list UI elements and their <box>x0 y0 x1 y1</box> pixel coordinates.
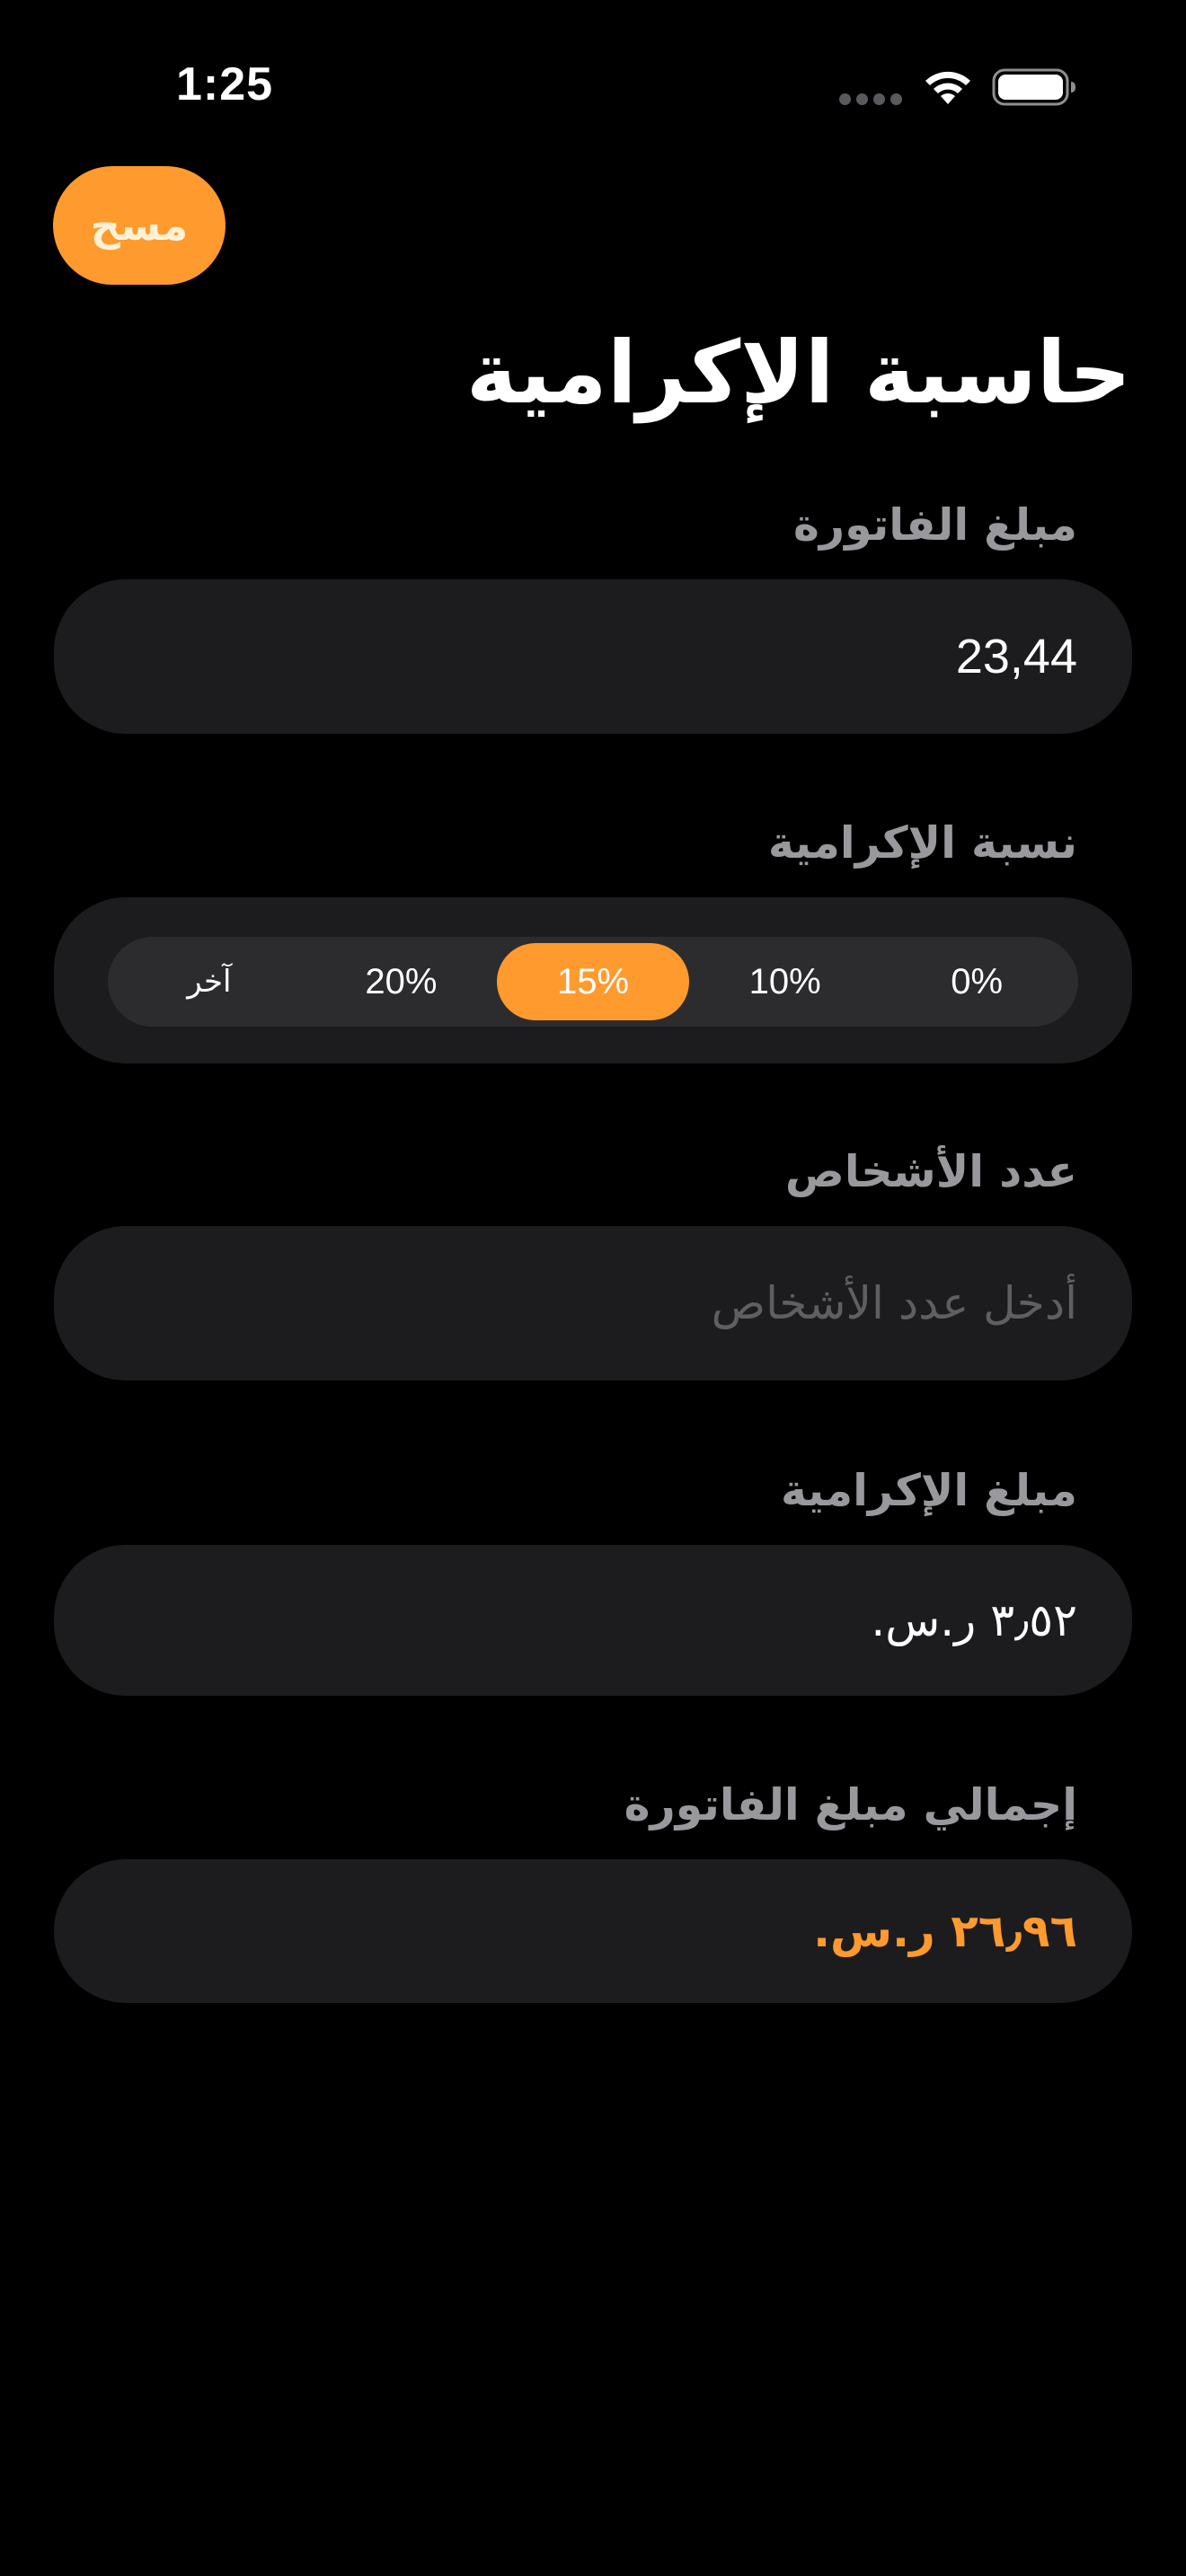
total-amount-value: ٢٦٫٩٦ ر.س. <box>813 1905 1077 1957</box>
tip-option-0[interactable]: 0% <box>881 943 1073 1020</box>
tip-percentage-segmented-control[interactable]: 0% 10% 15% 20% آخر <box>108 937 1078 1027</box>
page-title: حاسبة الإكرامية <box>465 322 1131 423</box>
battery-icon <box>992 68 1075 106</box>
total-amount-label: إجمالي مبلغ الفاتورة <box>624 1779 1077 1831</box>
tip-percentage-label: نسبة الإكرامية <box>767 817 1077 869</box>
bill-amount-label: مبلغ الفاتورة <box>793 499 1077 551</box>
tip-option-15[interactable]: 15% <box>497 943 689 1020</box>
tip-amount-field: ٣٫٥٢ ر.س. <box>54 1545 1132 1696</box>
total-amount-field: ٢٦٫٩٦ ر.س. <box>54 1859 1132 2003</box>
bill-amount-field[interactable]: 23,44 <box>54 579 1132 734</box>
status-time: 1:25 <box>176 58 274 110</box>
people-count-field[interactable]: أدخل عدد الأشخاص <box>54 1226 1132 1381</box>
bill-amount-value: 23,44 <box>955 630 1077 684</box>
tip-amount-value: ٣٫٥٢ ر.س. <box>871 1594 1077 1646</box>
status-bar: 1:25 <box>0 0 1186 171</box>
people-count-label: عدد الأشخاص <box>784 1146 1077 1197</box>
people-count-placeholder: أدخل عدد الأشخاص <box>711 1277 1077 1329</box>
tip-option-20[interactable]: 20% <box>305 943 498 1020</box>
cellular-signal-icon <box>839 93 902 106</box>
clear-button[interactable]: مسح <box>53 166 226 285</box>
tip-option-other[interactable]: آخر <box>113 943 305 1020</box>
wifi-icon <box>925 71 970 104</box>
tip-amount-label: مبلغ الإكرامية <box>781 1465 1077 1516</box>
tip-option-10[interactable]: 10% <box>689 943 881 1020</box>
